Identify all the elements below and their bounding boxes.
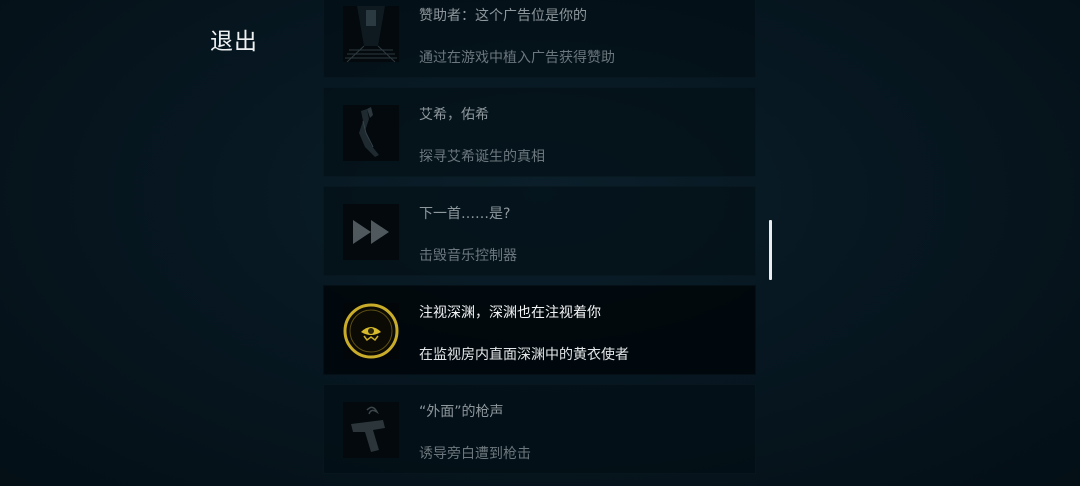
achievement-title: 赞助者：这个广告位是你的 (419, 8, 587, 24)
achievement-description: 诱导旁白遭到枪击 (419, 446, 531, 462)
achievement-card-unlocked[interactable]: 注视深渊，深渊也在注视着你 在监视房内直面深渊中的黄衣使者 (323, 285, 756, 375)
achievement-description: 通过在游戏中植入广告获得赞助 (419, 50, 615, 66)
achievement-card[interactable]: 赞助者：这个广告位是你的 通过在游戏中植入广告获得赞助 (323, 0, 756, 78)
fast-forward-icon (343, 204, 399, 260)
achievement-card[interactable]: 下一首……是? 击毁音乐控制器 (323, 186, 756, 276)
achievement-description: 击毁音乐控制器 (419, 248, 517, 264)
gold-eye-emblem-icon (343, 303, 399, 359)
achievement-title: “外面”的枪声 (419, 404, 504, 420)
blade-icon (343, 105, 399, 161)
achievement-title: 艾希，佑希 (419, 107, 489, 123)
exit-button[interactable]: 退出 (210, 22, 258, 56)
scrollbar-thumb[interactable] (769, 220, 772, 280)
achievement-description: 探寻艾希诞生的真相 (419, 149, 545, 165)
pistol-icon (343, 402, 399, 458)
achievement-card[interactable]: “外面”的枪声 诱导旁白遭到枪击 (323, 384, 756, 474)
corridor-icon (343, 6, 399, 62)
achievement-title: 下一首……是? (419, 206, 511, 222)
achievement-card[interactable]: 艾希，佑希 探寻艾希诞生的真相 (323, 87, 756, 177)
achievement-description: 在监视房内直面深渊中的黄衣使者 (419, 347, 629, 363)
achievement-title: 注视深渊，深渊也在注视着你 (419, 305, 601, 321)
